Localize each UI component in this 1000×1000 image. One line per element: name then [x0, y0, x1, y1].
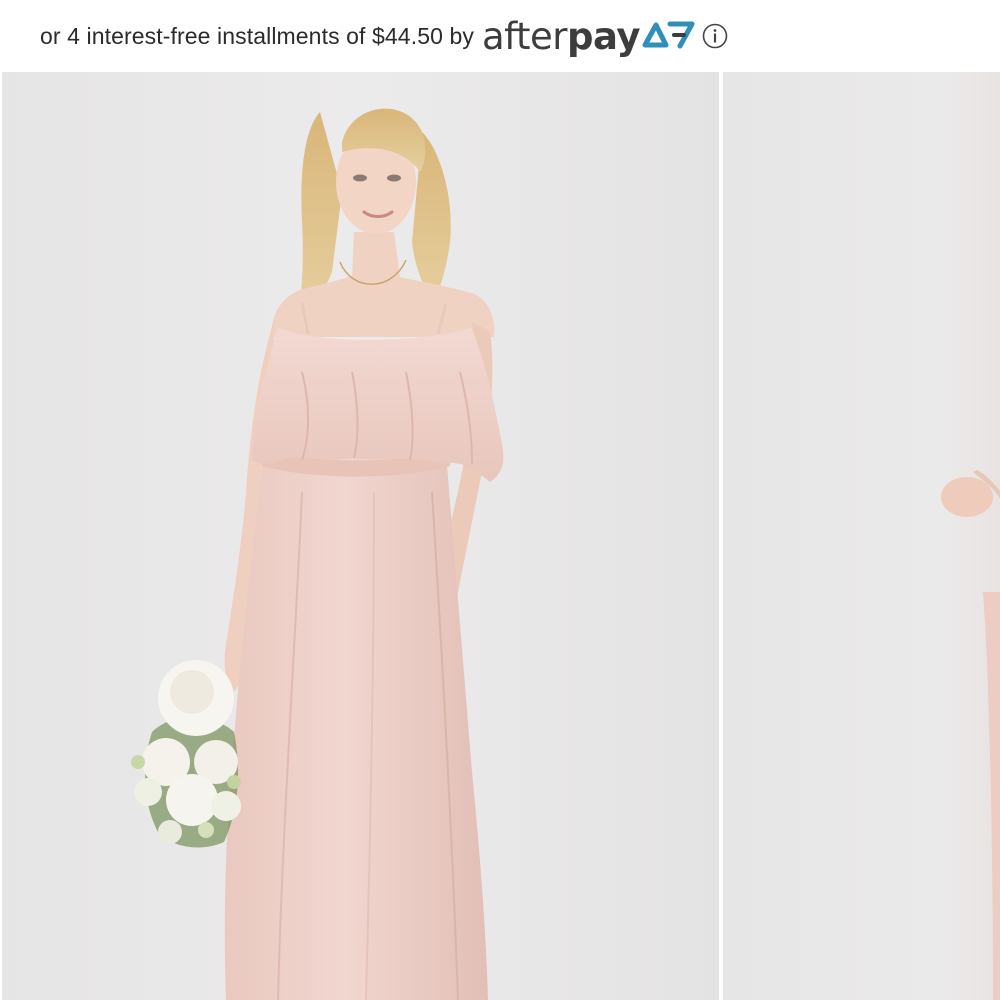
product-image-next[interactable] [722, 72, 1000, 1000]
info-circle-icon[interactable] [702, 23, 728, 49]
product-photo [2, 72, 719, 1000]
afterpay-logo-bold-text: pay [567, 14, 640, 58]
afterpay-installment-banner: or 4 interest-free installments of $44.5… [0, 0, 1000, 72]
next-product-photo [940, 470, 1000, 1000]
product-image-main[interactable] [2, 72, 719, 1000]
product-image-gallery[interactable] [0, 72, 1000, 1000]
installment-text: or 4 interest-free installments of $44.5… [40, 22, 474, 49]
afterpay-logo-light-text: after [481, 14, 568, 58]
afterpay-logo: after pay [482, 15, 696, 58]
afterpay-arrows-icon [642, 21, 695, 48]
